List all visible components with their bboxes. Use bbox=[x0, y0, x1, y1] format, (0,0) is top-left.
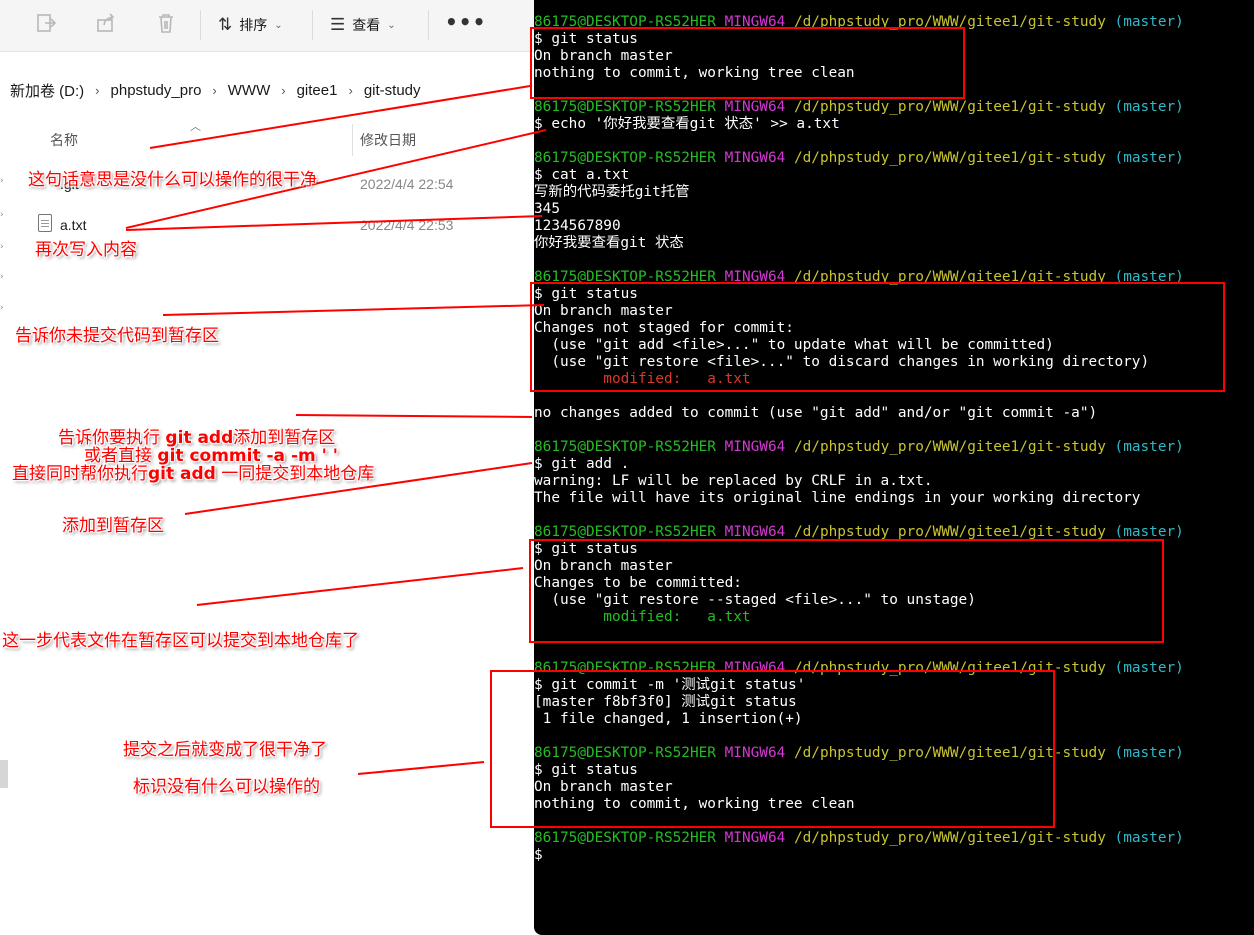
prompt-branch: (master) bbox=[1114, 745, 1184, 761]
nav-expand-icon[interactable]: › bbox=[0, 176, 5, 186]
terminal-output-line: $ git add . bbox=[534, 456, 630, 472]
terminal-output-line: 你好我要查看git 状态 bbox=[534, 235, 684, 251]
annotation-note: 直接同时帮你执行git add 一同提交到本地仓库 bbox=[12, 459, 374, 484]
terminal-output-line: warning: LF will be replaced by CRLF in … bbox=[534, 473, 933, 489]
prompt-branch: (master) bbox=[1114, 524, 1184, 540]
prompt-env: MINGW64 bbox=[724, 524, 786, 540]
nav-expand-icon[interactable]: › bbox=[0, 272, 5, 282]
chevron-right-icon: › bbox=[95, 82, 100, 98]
chevron-down-icon: ⌄ bbox=[274, 19, 283, 31]
breadcrumb-item[interactable]: phpstudy_pro bbox=[111, 82, 202, 99]
annotation-note: 标识没有什么可以操作的 bbox=[133, 777, 320, 797]
prompt-path: /d/phpstudy_pro/WWW/gitee1/git-study bbox=[793, 524, 1106, 540]
highlight-box bbox=[530, 27, 965, 99]
highlight-box bbox=[530, 282, 1225, 392]
prompt-path: /d/phpstudy_pro/WWW/gitee1/git-study bbox=[793, 99, 1106, 115]
annotation-note: 这一步代表文件在暂存区可以提交到本地仓库了 bbox=[2, 631, 359, 651]
annotation-text: 直接同时帮你执行 bbox=[12, 464, 148, 484]
file-date: 2022/4/4 22:54 bbox=[360, 176, 454, 192]
prompt-path: /d/phpstudy_pro/WWW/gitee1/git-study bbox=[793, 150, 1106, 166]
prompt-user: 86175@DESKTOP-RS52HER bbox=[534, 439, 716, 455]
file-date: 2022/4/4 22:53 bbox=[360, 217, 454, 233]
text-file-icon bbox=[38, 214, 52, 232]
prompt-env: MINGW64 bbox=[724, 99, 786, 115]
prompt-env: MINGW64 bbox=[724, 150, 786, 166]
view-label: 查看 bbox=[352, 17, 381, 33]
terminal-output-line: $ echo '你好我要查看git 状态' >> a.txt bbox=[534, 116, 840, 132]
prompt-user: 86175@DESKTOP-RS52HER bbox=[534, 99, 716, 115]
prompt-branch: (master) bbox=[1114, 99, 1184, 115]
terminal-output-line: no changes added to commit (use "git add… bbox=[534, 405, 1098, 421]
prompt-path: /d/phpstudy_pro/WWW/gitee1/git-study bbox=[793, 830, 1106, 846]
file-name: a.txt bbox=[60, 217, 87, 233]
view-list-icon: ☰ bbox=[330, 15, 346, 34]
annotation-text: 一同提交到本地仓库 bbox=[215, 464, 375, 484]
prompt-branch: (master) bbox=[1114, 830, 1184, 846]
breadcrumb-item[interactable]: gitee1 bbox=[297, 82, 338, 99]
annotation-note: 告诉你未提交代码到暂存区 bbox=[15, 326, 219, 346]
prompt-branch: (master) bbox=[1114, 14, 1184, 30]
view-button[interactable]: ☰ 查看 ⌄ bbox=[330, 12, 396, 38]
highlight-box bbox=[529, 539, 1164, 643]
chevron-right-icon: › bbox=[281, 82, 286, 98]
breadcrumb-item[interactable]: git-study bbox=[364, 82, 421, 99]
nav-expand-icon[interactable]: › bbox=[0, 210, 5, 220]
chevron-right-icon: › bbox=[348, 82, 353, 98]
toolbar-divider bbox=[200, 10, 201, 40]
terminal-prompt-line: 86175@DESKTOP-RS52HER MINGW64 /d/phpstud… bbox=[534, 99, 1184, 116]
prompt-env: MINGW64 bbox=[724, 830, 786, 846]
prompt-path: /d/phpstudy_pro/WWW/gitee1/git-study bbox=[793, 439, 1106, 455]
prompt-branch: (master) bbox=[1114, 660, 1184, 676]
sort-icon: ⇅ bbox=[218, 15, 233, 34]
prompt-user: 86175@DESKTOP-RS52HER bbox=[534, 524, 716, 540]
move-to-icon[interactable] bbox=[34, 12, 58, 38]
toolbar-divider bbox=[428, 10, 429, 40]
prompt-env: MINGW64 bbox=[724, 439, 786, 455]
prompt-user: 86175@DESKTOP-RS52HER bbox=[534, 150, 716, 166]
sort-label: 排序 bbox=[239, 17, 268, 33]
delete-icon[interactable] bbox=[154, 12, 178, 38]
terminal-prompt-line: 86175@DESKTOP-RS52HER MINGW64 /d/phpstud… bbox=[534, 439, 1184, 456]
prompt-branch: (master) bbox=[1114, 150, 1184, 166]
annotation-note: 提交之后就变成了很干净了 bbox=[123, 740, 327, 760]
breadcrumb: 新加卷 (D:) › phpstudy_pro › WWW › gitee1 ›… bbox=[0, 70, 534, 110]
share-icon[interactable] bbox=[94, 12, 118, 38]
breadcrumb-item[interactable]: WWW bbox=[228, 82, 270, 99]
terminal-prompt-line: 86175@DESKTOP-RS52HER MINGW64 /d/phpstud… bbox=[534, 150, 1184, 167]
prompt-branch: (master) bbox=[1114, 439, 1184, 455]
annotation-note: 这句话意思是没什么可以操作的很干净 bbox=[28, 170, 317, 190]
sort-caret-icon: ︿ bbox=[190, 120, 201, 133]
prompt-user: 86175@DESKTOP-RS52HER bbox=[534, 830, 716, 846]
column-divider[interactable] bbox=[352, 124, 353, 156]
more-options-button[interactable]: ••• bbox=[445, 10, 486, 34]
chevron-down-icon: ⌄ bbox=[387, 19, 396, 31]
annotation-command: git add bbox=[148, 464, 216, 484]
annotation-note: 添加到暂存区 bbox=[62, 516, 164, 536]
terminal-output-line: The file will have its original line end… bbox=[534, 490, 1141, 506]
terminal-output-line: 345 bbox=[534, 201, 560, 217]
scrollbar-thumb[interactable] bbox=[0, 760, 8, 788]
breadcrumb-item[interactable]: 新加卷 (D:) bbox=[10, 80, 84, 101]
toolbar-divider bbox=[312, 10, 313, 40]
sort-button[interactable]: ⇅ 排序 ⌄ bbox=[218, 12, 283, 38]
terminal-prompt-line: 86175@DESKTOP-RS52HER MINGW64 /d/phpstud… bbox=[534, 830, 1184, 847]
terminal-output-line: $ cat a.txt bbox=[534, 167, 630, 183]
column-header-name[interactable]: 名称 bbox=[50, 122, 78, 158]
explorer-toolbar: ⇅ 排序 ⌄ ☰ 查看 ⌄ ••• bbox=[0, 0, 534, 52]
terminal-output-line: 写新的代码委托git托管 bbox=[534, 184, 690, 200]
nav-expand-icon[interactable]: › bbox=[0, 242, 5, 252]
terminal-output-line: $ bbox=[534, 847, 543, 863]
column-header-date[interactable]: 修改日期 bbox=[360, 122, 416, 158]
annotation-note: 再次写入内容 bbox=[35, 240, 137, 260]
chevron-right-icon: › bbox=[212, 82, 217, 98]
highlight-box bbox=[490, 670, 1055, 828]
nav-expand-icon[interactable]: › bbox=[0, 303, 5, 313]
terminal-output-line: 1234567890 bbox=[534, 218, 621, 234]
